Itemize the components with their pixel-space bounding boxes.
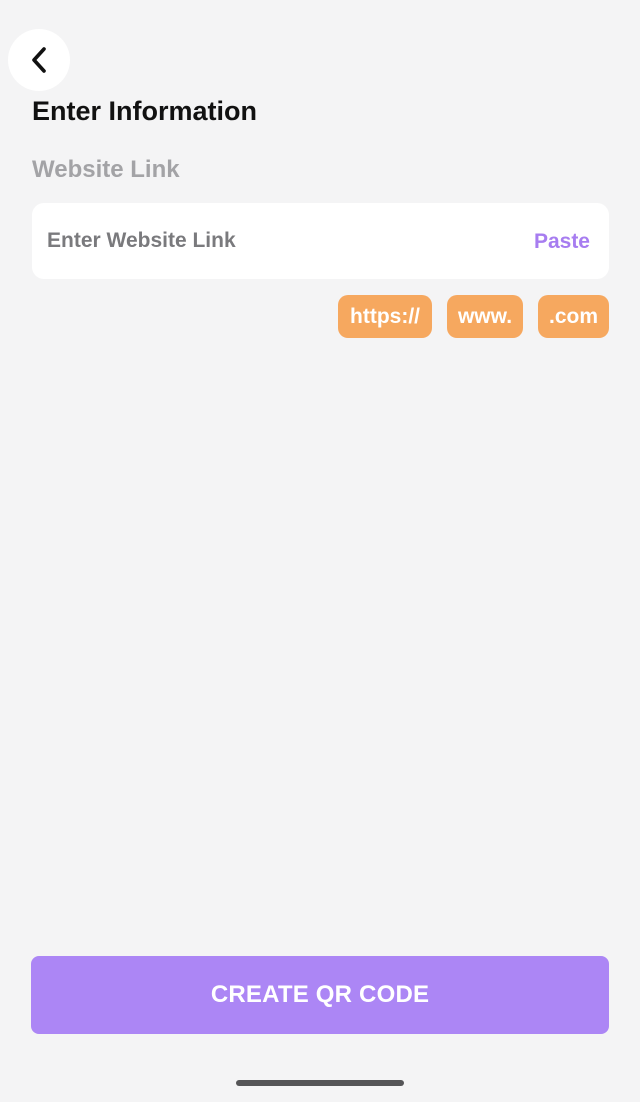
com-suffix-chip[interactable]: .com — [538, 295, 609, 338]
paste-button[interactable]: Paste — [534, 228, 590, 254]
chevron-left-icon — [28, 45, 50, 75]
back-button[interactable] — [8, 29, 70, 91]
website-link-label: Website Link — [32, 156, 180, 183]
www-prefix-chip[interactable]: www. — [447, 295, 523, 338]
create-qr-code-button[interactable]: CREATE QR CODE — [31, 956, 609, 1034]
https-prefix-chip[interactable]: https:// — [338, 295, 432, 338]
home-indicator — [236, 1080, 404, 1086]
website-link-input[interactable] — [47, 221, 534, 261]
page-title: Enter Information — [32, 96, 258, 126]
website-link-field: Paste — [32, 203, 609, 279]
